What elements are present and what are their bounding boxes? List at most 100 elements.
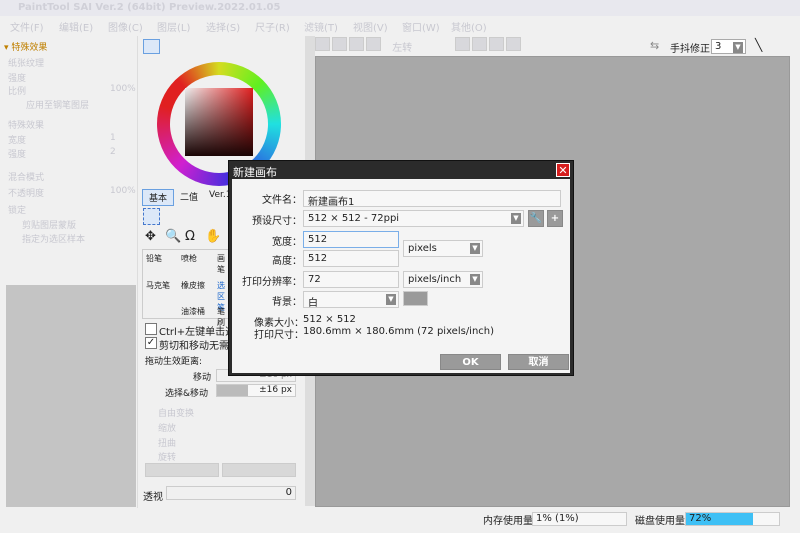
color-wheel-tab-icon[interactable] bbox=[143, 39, 160, 54]
width-value[interactable]: 1 bbox=[110, 133, 116, 143]
menu-window[interactable]: 窗口(W) bbox=[392, 16, 441, 34]
background-value: 白 bbox=[308, 298, 318, 309]
brush-pencil[interactable]: 铅笔 bbox=[146, 253, 162, 264]
row-label: 混合模式 bbox=[8, 173, 45, 183]
toolbar-button[interactable] bbox=[455, 37, 471, 51]
brush-bucket[interactable]: 油漆桶 bbox=[181, 306, 205, 317]
select-move-slider[interactable]: ±16 px bbox=[216, 384, 296, 397]
menu-ruler[interactable]: 尺子(R) bbox=[245, 16, 294, 34]
resolution-label: 打印分辨率： bbox=[242, 277, 302, 288]
perspective-label: 透视 bbox=[143, 492, 163, 503]
stabilizer-select[interactable]: 3 ▼ bbox=[711, 39, 746, 54]
rect-select-icon[interactable] bbox=[143, 208, 160, 225]
scale-value[interactable]: 100% bbox=[110, 84, 136, 94]
window-title: PaintTool SAI Ver.2 (64bit) Preview.2022… bbox=[0, 0, 800, 16]
preset-select[interactable]: 512 × 512 - 72ppi ▼ bbox=[303, 210, 524, 227]
filename-label: 文件名： bbox=[262, 195, 302, 206]
menu-select[interactable]: 选择(S) bbox=[196, 16, 245, 34]
new-canvas-dialog: 新建画布 ✕ 文件名： 新建画布1 预设尺寸： 512 × 512 - 72pp… bbox=[228, 160, 574, 376]
apply-button[interactable] bbox=[145, 463, 219, 477]
width-input[interactable]: 512 bbox=[303, 231, 399, 248]
add-preset-icon[interactable]: + bbox=[547, 210, 563, 227]
swap-icon[interactable]: ⇆ bbox=[650, 39, 659, 52]
transform-distort[interactable]: 扭曲 bbox=[158, 436, 176, 449]
ok-button[interactable]: OK bbox=[440, 354, 501, 370]
tab-basic[interactable]: 基本 bbox=[142, 189, 175, 206]
opacity-value[interactable]: 100% bbox=[110, 186, 136, 196]
ctrl-click-label: Ctrl+左键单击选 bbox=[159, 327, 236, 338]
toolbar-button[interactable] bbox=[315, 37, 330, 51]
strength-value[interactable]: 2 bbox=[110, 147, 116, 157]
perspective-value: 0 bbox=[285, 487, 292, 498]
menu-edit[interactable]: 编辑(E) bbox=[49, 16, 98, 34]
background-label: 背景： bbox=[272, 297, 302, 308]
select-move-label: 选择&移动 bbox=[165, 389, 209, 399]
resolution-unit-select[interactable]: pixels/inch ▼ bbox=[403, 271, 483, 288]
menu-file[interactable]: 文件(F) bbox=[0, 16, 49, 34]
disk-label: 磁盘使用量 bbox=[635, 516, 685, 527]
brush-airbrush[interactable]: 喷枪 bbox=[181, 253, 197, 264]
memory-usage: 1% (1%) bbox=[532, 512, 627, 526]
row-label: 强度 bbox=[8, 150, 27, 160]
row-label[interactable]: 应用至钢笔图层 bbox=[26, 98, 89, 111]
saturation-value-square[interactable] bbox=[185, 88, 253, 156]
dialog-title: 新建画布 bbox=[233, 166, 277, 179]
dialog-body: 文件名： 新建画布1 预设尺寸： 512 × 512 - 72ppi ▼ 🔧 + … bbox=[232, 179, 570, 373]
row-label: 纸张纹理 bbox=[8, 59, 45, 69]
close-icon[interactable]: ✕ bbox=[556, 163, 570, 177]
row-label[interactable]: 指定为选区样本 bbox=[22, 232, 85, 245]
cut-move-checkbox[interactable]: ✓ bbox=[145, 337, 157, 349]
width-label: 宽度： bbox=[272, 237, 302, 248]
transform-rotate[interactable]: 旋转 bbox=[158, 450, 176, 463]
transform-free[interactable]: 自由变换 bbox=[158, 406, 194, 419]
toolbar-button[interactable] bbox=[366, 37, 381, 51]
rotate-icon[interactable]: Ω bbox=[185, 229, 195, 244]
zoom-icon[interactable]: 🔍 bbox=[165, 229, 181, 244]
toolbar-button[interactable] bbox=[506, 37, 522, 51]
row-label: 宽度 bbox=[8, 136, 27, 146]
menu-other[interactable]: 其他(O) bbox=[441, 16, 490, 34]
height-input[interactable]: 512 bbox=[303, 250, 399, 267]
drag-distance-label: 拖动生效距离: bbox=[145, 357, 203, 367]
brush-eraser[interactable]: 橡皮擦 bbox=[181, 280, 205, 291]
menu-view[interactable]: 视图(V) bbox=[343, 16, 392, 34]
line-icon[interactable]: ╲ bbox=[755, 38, 762, 52]
menu-layer[interactable]: 图层(L) bbox=[147, 16, 196, 34]
row-label: 不透明度 bbox=[8, 189, 45, 199]
select-move-value: ±16 px bbox=[259, 385, 292, 395]
resolution-unit-value: pixels/inch bbox=[408, 274, 462, 285]
unit-select[interactable]: pixels ▼ bbox=[403, 240, 483, 257]
transform-scale[interactable]: 缩放 bbox=[158, 421, 176, 434]
cancel-button[interactable]: 取消 bbox=[508, 354, 569, 370]
perspective-slider[interactable]: 0 bbox=[166, 486, 296, 500]
disk-usage-bar: 72% bbox=[685, 512, 780, 526]
print-size-value: 180.6mm × 180.6mm (72 pixels/inch) bbox=[303, 326, 495, 337]
preset-value: 512 × 512 - 72ppi bbox=[308, 213, 400, 224]
move-icon[interactable]: ✥ bbox=[145, 229, 156, 244]
filename-input[interactable]: 新建画布1 bbox=[303, 190, 561, 208]
layer-list[interactable] bbox=[6, 285, 136, 507]
section-label: 特殊效果 bbox=[11, 43, 48, 53]
ctrl-click-checkbox[interactable] bbox=[145, 323, 157, 335]
brush-marker[interactable]: 马克笔 bbox=[146, 280, 170, 291]
background-select[interactable]: 白 ▼ bbox=[303, 291, 399, 309]
resolution-input[interactable]: 72 bbox=[303, 271, 399, 288]
toolbar-button[interactable] bbox=[472, 37, 488, 51]
tab-binary[interactable]: 二值 bbox=[180, 190, 198, 203]
toolbar-button[interactable] bbox=[489, 37, 505, 51]
rotate-left-label[interactable]: 左转 bbox=[392, 43, 412, 54]
section-special-effects[interactable]: ▾ 特殊效果 bbox=[4, 40, 47, 53]
menu-filter[interactable]: 滤镜(T) bbox=[294, 16, 343, 34]
disk-usage-value: 72% bbox=[689, 513, 712, 524]
menu-image[interactable]: 图像(C) bbox=[98, 16, 147, 34]
row-label: 锁定 bbox=[8, 206, 27, 216]
wrench-icon[interactable]: 🔧 bbox=[528, 210, 544, 227]
row-label[interactable]: 剪贴图层蒙版 bbox=[22, 218, 76, 231]
memory-label: 内存使用量 bbox=[483, 516, 533, 527]
toolbar-button[interactable] bbox=[349, 37, 364, 51]
chevron-down-icon: ▼ bbox=[470, 243, 480, 254]
toolbar-button[interactable] bbox=[332, 37, 347, 51]
row-label: 比例 bbox=[8, 87, 27, 97]
cancel-transform-button[interactable] bbox=[222, 463, 296, 477]
background-color-swatch[interactable] bbox=[403, 291, 428, 306]
